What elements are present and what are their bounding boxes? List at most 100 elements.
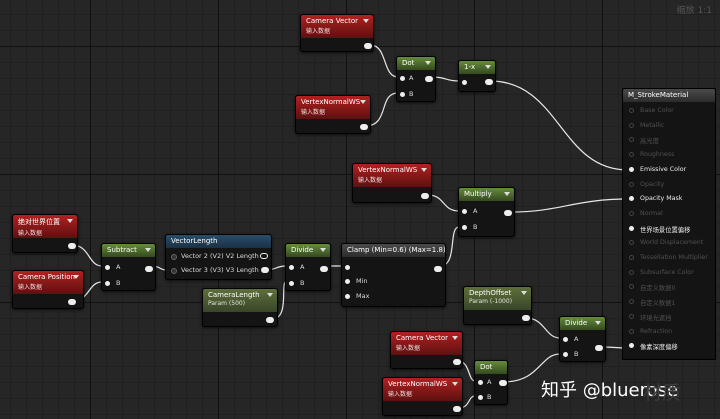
node-title: Camera Vector xyxy=(306,17,359,25)
input-pin-a[interactable] xyxy=(462,209,467,214)
camera-vector-node[interactable]: Camera Vector 输入数据 xyxy=(300,14,374,52)
input-pin-icon[interactable] xyxy=(629,137,634,143)
chevron-down-icon[interactable] xyxy=(363,19,369,23)
node-header: VertexNormalWS 输入数据 xyxy=(383,378,462,401)
input-pin-b[interactable] xyxy=(289,281,294,286)
chevron-down-icon[interactable] xyxy=(421,168,427,172)
input-pin-icon[interactable] xyxy=(629,269,634,275)
chevron-down-icon[interactable] xyxy=(73,275,79,279)
dot-node[interactable]: Dot A B xyxy=(474,360,508,405)
input-pin-b[interactable] xyxy=(462,225,467,230)
chevron-down-icon[interactable] xyxy=(360,100,366,104)
input-pin-icon[interactable] xyxy=(629,240,634,246)
camera-vector-node[interactable]: Camera Vector 输入数据 xyxy=(390,331,463,369)
output-pin[interactable] xyxy=(266,317,274,323)
input-pin-max[interactable] xyxy=(345,294,350,299)
input-pin-b[interactable] xyxy=(478,395,483,400)
output-pin[interactable] xyxy=(425,76,433,82)
chevron-down-icon[interactable] xyxy=(504,192,510,196)
divide-node[interactable]: Divide A B xyxy=(285,243,331,291)
input-pin[interactable] xyxy=(462,80,467,85)
chevron-down-icon[interactable] xyxy=(425,61,431,65)
input-pin-icon[interactable] xyxy=(629,343,634,349)
input-pin-b[interactable] xyxy=(563,352,568,357)
output-pin[interactable] xyxy=(434,266,442,272)
input-pin-icon[interactable] xyxy=(629,225,634,231)
material-input-label: 世界场景位置偏移 xyxy=(640,226,691,234)
clamp-node[interactable]: Clamp (Min=0.6) (Max=1.8) Min Max xyxy=(341,243,446,307)
chevron-down-icon[interactable] xyxy=(485,65,491,69)
depth-offset-param-node[interactable]: DepthOffset Param (-1000) xyxy=(463,286,532,325)
absolute-world-position-node[interactable]: 绝对世界位置 输入数据 xyxy=(12,214,78,253)
chevron-down-icon[interactable] xyxy=(145,248,151,252)
dot-node[interactable]: Dot A B xyxy=(396,56,436,102)
input-pin-icon[interactable] xyxy=(629,210,634,216)
input-pin-v3[interactable] xyxy=(171,268,177,274)
input-pin-a[interactable] xyxy=(105,265,110,270)
pin-label: A xyxy=(487,378,492,386)
node-title: Camera Vector xyxy=(396,334,449,342)
chevron-down-icon[interactable] xyxy=(267,293,273,297)
output-pin[interactable] xyxy=(499,380,507,386)
multiply-node[interactable]: Multiply A B xyxy=(458,187,515,237)
node-title: DepthOffset xyxy=(469,289,512,297)
output-pin-v3[interactable] xyxy=(261,267,269,273)
input-pin-icon[interactable] xyxy=(629,196,634,202)
input-pin-icon[interactable] xyxy=(629,108,634,113)
input-pin-icon[interactable] xyxy=(629,181,634,187)
output-pin[interactable] xyxy=(504,210,512,216)
input-pin-icon[interactable] xyxy=(629,152,634,158)
one-minus-node[interactable]: 1-x xyxy=(458,60,496,92)
chevron-down-icon[interactable] xyxy=(452,382,458,386)
input-pin-icon[interactable] xyxy=(629,328,634,334)
camera-position-node[interactable]: Camera Position 输入数据 xyxy=(12,270,84,309)
vertex-normal-node[interactable]: VertexNormalWS 输入数据 xyxy=(352,163,432,203)
input-pin-icon[interactable] xyxy=(629,166,634,172)
output-pin-v2[interactable] xyxy=(260,253,268,259)
chevron-down-icon[interactable] xyxy=(67,219,73,223)
input-pin[interactable] xyxy=(345,265,350,270)
output-pin[interactable] xyxy=(453,359,461,365)
input-pin-a[interactable] xyxy=(478,380,483,385)
subtract-node[interactable]: Subtract A B xyxy=(101,243,156,291)
input-pin-icon[interactable] xyxy=(629,284,634,290)
material-input-label: Roughness xyxy=(640,151,675,159)
input-pin-icon[interactable] xyxy=(629,313,634,319)
output-pin[interactable] xyxy=(522,315,530,321)
input-pin-a[interactable] xyxy=(563,337,568,342)
output-pin[interactable] xyxy=(364,43,372,49)
chevron-down-icon[interactable] xyxy=(320,248,326,252)
output-pin[interactable] xyxy=(485,79,493,85)
input-pin-b[interactable] xyxy=(105,281,110,286)
material-result-node[interactable]: M_StrokeMaterial Base Color Metallic 高光度 Ro… xyxy=(622,88,716,360)
output-pin[interactable] xyxy=(421,193,429,199)
input-pin-icon[interactable] xyxy=(629,299,634,305)
camera-length-param-node[interactable]: CameraLength Param (500) xyxy=(202,288,278,327)
output-pin[interactable] xyxy=(595,345,603,351)
input-pin-v2[interactable] xyxy=(171,254,177,260)
input-pin-a[interactable] xyxy=(289,265,294,270)
output-pin[interactable] xyxy=(68,243,76,249)
vertex-normal-node[interactable]: VertexNormalWS 输入数据 xyxy=(382,377,463,416)
input-pin-a[interactable] xyxy=(400,76,405,81)
node-title: Multiply xyxy=(464,190,492,198)
output-pin[interactable] xyxy=(453,406,461,412)
output-pin[interactable] xyxy=(360,124,368,130)
vertex-normal-node[interactable]: VertexNormalWS 输入数据 xyxy=(295,95,371,134)
input-pin-icon[interactable] xyxy=(629,255,634,260)
chevron-down-icon[interactable] xyxy=(521,291,527,295)
node-title: Divide xyxy=(291,246,314,254)
node-header: VertexNormalWS 输入数据 xyxy=(353,164,431,187)
pin-label: A xyxy=(300,263,305,271)
output-pin[interactable] xyxy=(145,266,153,272)
chevron-down-icon[interactable] xyxy=(595,321,601,325)
divide-node[interactable]: Divide A B xyxy=(559,316,606,362)
input-pin-min[interactable] xyxy=(345,279,350,284)
material-graph-canvas[interactable] xyxy=(0,0,720,419)
output-pin[interactable] xyxy=(320,266,328,272)
chevron-down-icon[interactable] xyxy=(452,336,458,340)
vector-length-node[interactable]: VectorLength Vector 2 (V2) V2 Length Vec… xyxy=(165,234,272,280)
output-pin[interactable] xyxy=(68,299,76,305)
input-pin-icon[interactable] xyxy=(629,122,634,128)
input-pin-b[interactable] xyxy=(400,92,405,97)
